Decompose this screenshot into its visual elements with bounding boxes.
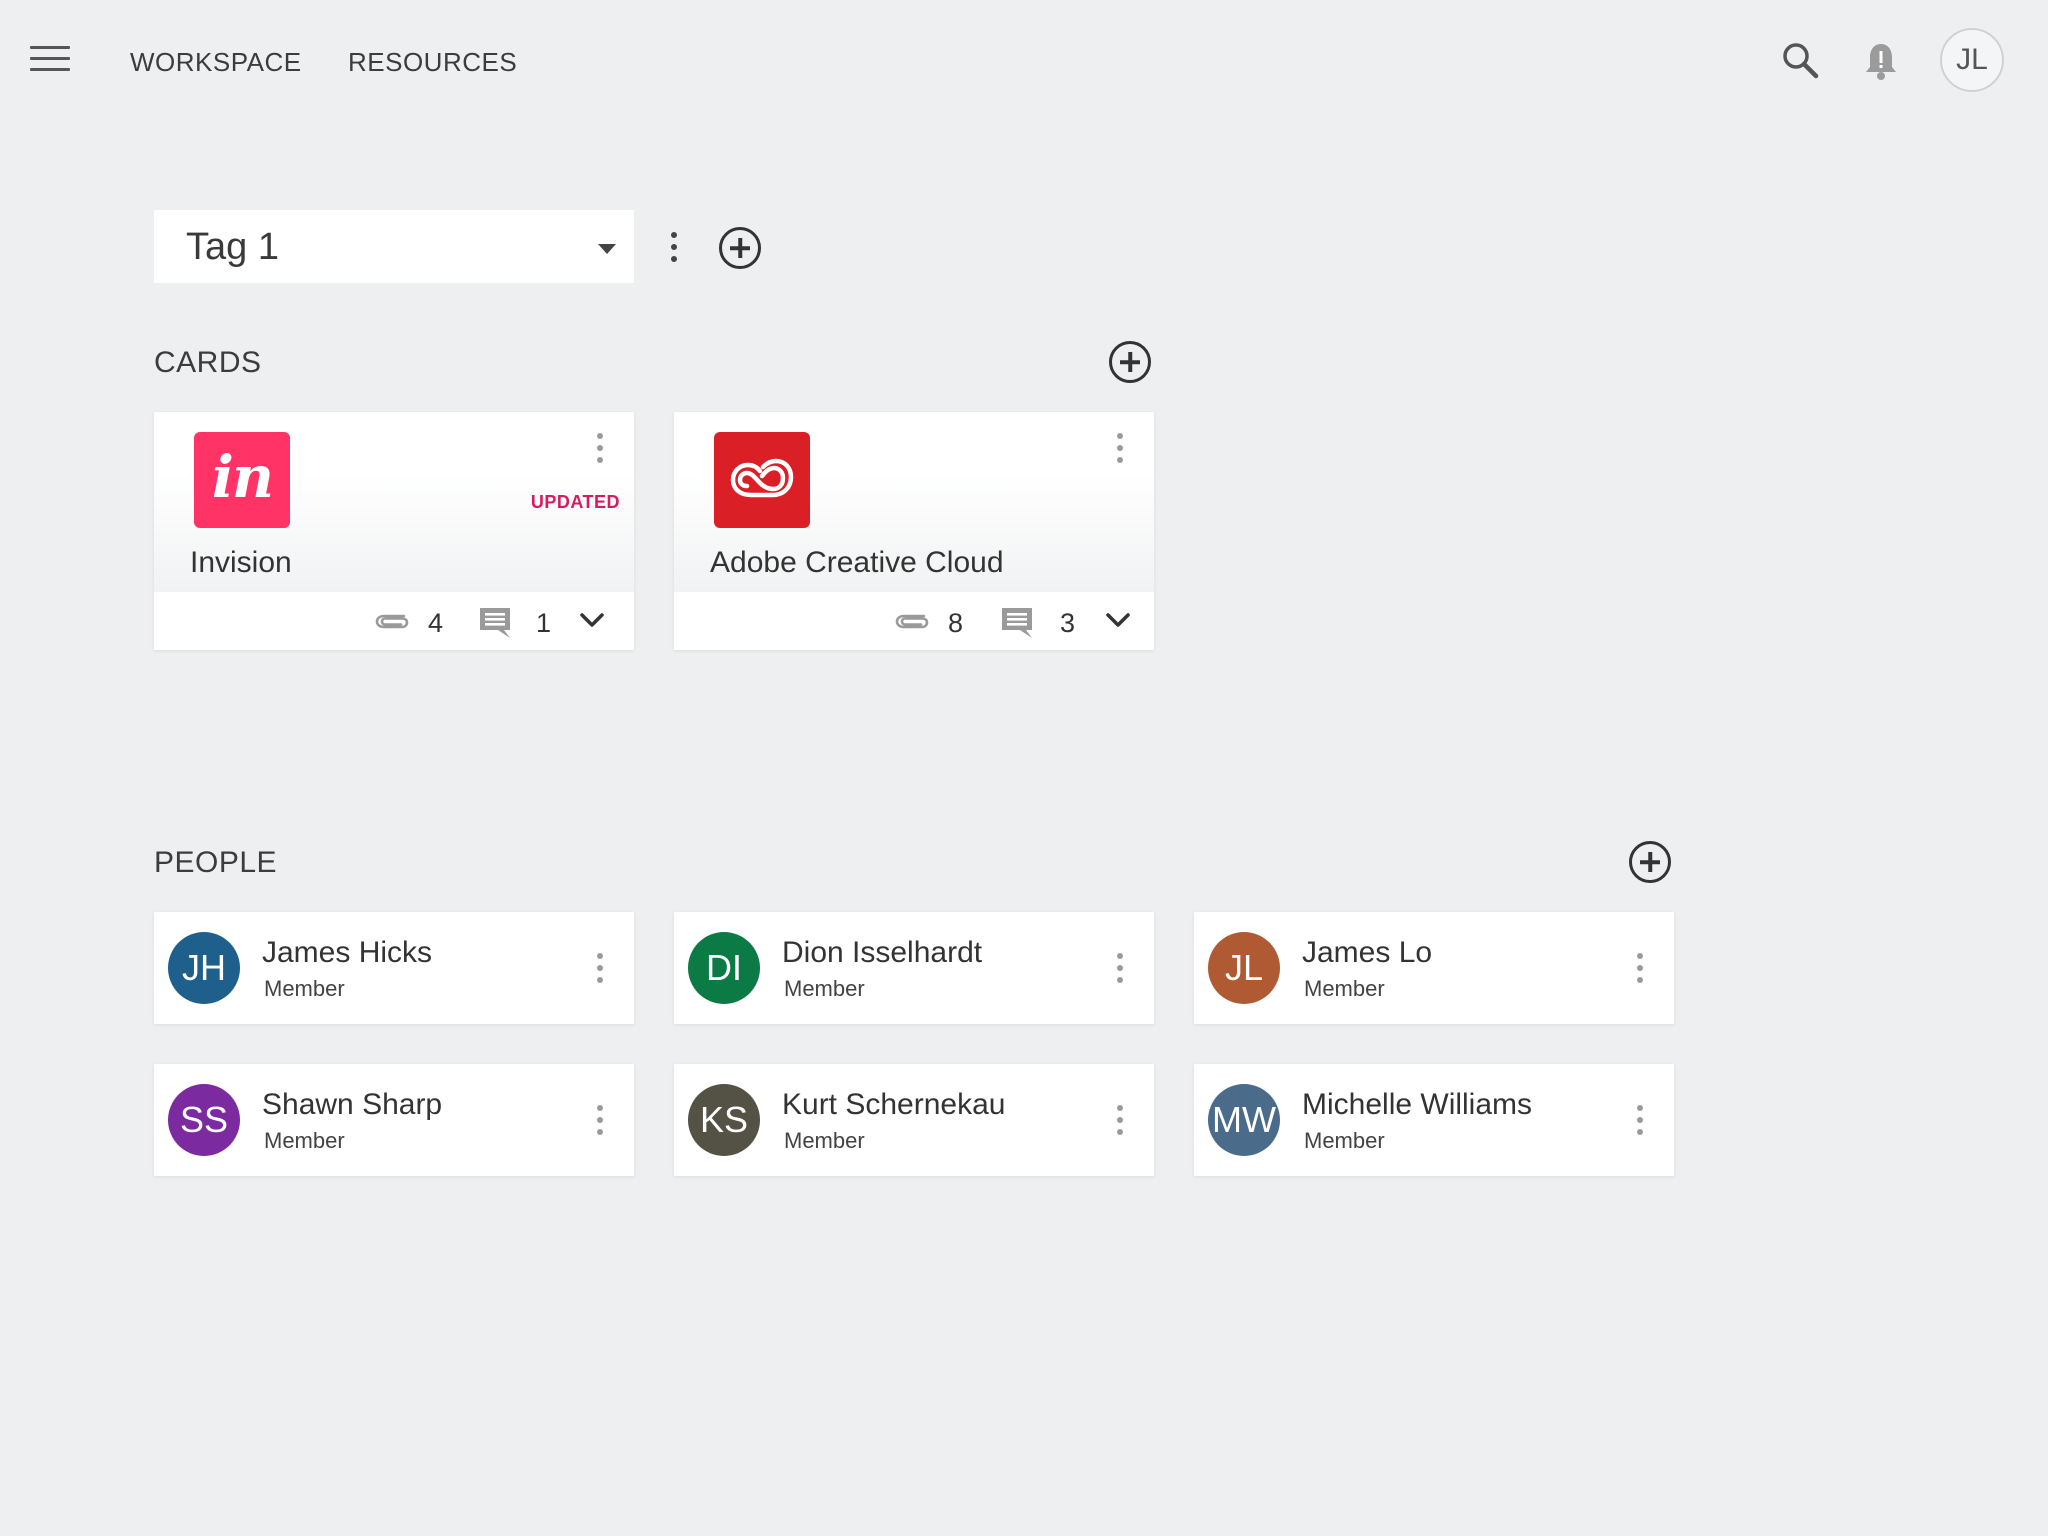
card-footer: 4 1 (154, 592, 634, 650)
person-michelle-williams[interactable]: MW Michelle Williams Member (1194, 1064, 1674, 1176)
menu-icon[interactable] (30, 46, 70, 72)
chevron-down-icon[interactable] (578, 610, 606, 630)
caret-down-icon (598, 244, 616, 254)
add-card-button[interactable] (1109, 341, 1151, 383)
bell-icon[interactable] (1862, 40, 1900, 82)
invision-logo-icon: in (194, 432, 290, 528)
attachment-icon (375, 614, 409, 629)
card-invision[interactable]: in UPDATED Invision 4 1 (154, 412, 634, 650)
person-shawn-sharp[interactable]: SS Shawn Sharp Member (154, 1064, 634, 1176)
person-name: James Lo (1302, 936, 1433, 969)
person-name: Kurt Schernekau (782, 1088, 1006, 1121)
person-role: Member (1304, 976, 1385, 1001)
attachment-count: 8 (948, 608, 964, 638)
person-name: James Hicks (262, 936, 433, 969)
updated-badge: UPDATED (530, 492, 620, 512)
card-more-button[interactable] (1110, 428, 1130, 468)
top-bar: WORKSPACE RESOURCES JL (0, 0, 2048, 124)
avatar: DI (688, 932, 760, 1004)
add-person-button[interactable] (1629, 841, 1671, 883)
card-more-button[interactable] (590, 428, 610, 468)
avatar: SS (168, 1084, 240, 1156)
tag-select[interactable]: Tag 1 (154, 210, 634, 283)
avatar: KS (688, 1084, 760, 1156)
person-more-button[interactable] (590, 1100, 610, 1140)
person-more-button[interactable] (590, 948, 610, 988)
person-james-hicks[interactable]: JH James Hicks Member (154, 912, 634, 1024)
person-more-button[interactable] (1630, 1100, 1650, 1140)
person-role: Member (784, 976, 865, 1001)
avatar: JH (168, 932, 240, 1004)
adobe-creative-cloud-logo-icon (714, 432, 810, 528)
attachment-count: 4 (428, 608, 444, 638)
person-role: Member (784, 1128, 865, 1153)
search-icon[interactable] (1780, 40, 1820, 80)
comment-icon (480, 608, 510, 638)
nav-resources[interactable]: RESOURCES (348, 47, 517, 78)
card-footer: 8 3 (674, 592, 1154, 650)
add-tag-button[interactable] (719, 227, 761, 269)
tag-select-value: Tag 1 (186, 226, 279, 268)
card-adobe-creative-cloud[interactable]: Adobe Creative Cloud 8 3 (674, 412, 1154, 650)
people-section-title: PEOPLE (154, 846, 278, 879)
user-avatar[interactable]: JL (1940, 28, 2004, 92)
comment-icon (1002, 608, 1032, 638)
person-name: Shawn Sharp (262, 1088, 443, 1121)
card-title: Adobe Creative Cloud (710, 546, 1004, 579)
chevron-down-icon[interactable] (1104, 610, 1132, 630)
cards-section-title: CARDS (154, 346, 262, 379)
card-title: Invision (190, 546, 292, 579)
person-role: Member (264, 976, 345, 1001)
person-role: Member (264, 1128, 345, 1153)
person-role: Member (1304, 1128, 1385, 1153)
attachment-icon (895, 614, 929, 629)
avatar: MW (1208, 1084, 1280, 1156)
person-kurt-schernekau[interactable]: KS Kurt Schernekau Member (674, 1064, 1154, 1176)
person-more-button[interactable] (1630, 948, 1650, 988)
avatar: JL (1208, 932, 1280, 1004)
nav-workspace[interactable]: WORKSPACE (130, 47, 302, 78)
person-name: Dion Isselhardt (782, 936, 983, 969)
person-james-lo[interactable]: JL James Lo Member (1194, 912, 1674, 1024)
person-more-button[interactable] (1110, 1100, 1130, 1140)
comment-count: 1 (536, 608, 552, 638)
person-name: Michelle Williams (1302, 1088, 1533, 1121)
person-more-button[interactable] (1110, 948, 1130, 988)
comment-count: 3 (1060, 608, 1076, 638)
person-dion-isselhardt[interactable]: DI Dion Isselhardt Member (674, 912, 1154, 1024)
tag-more-button[interactable] (664, 227, 684, 267)
